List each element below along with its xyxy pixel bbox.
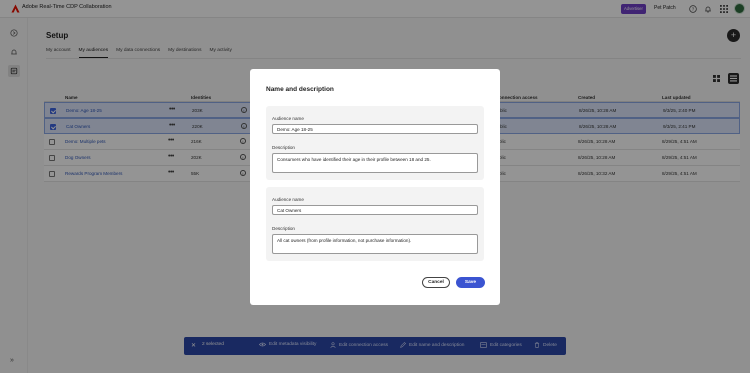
audience-name-label: Audience name	[272, 197, 304, 202]
audience-name-label: Audience name	[272, 116, 304, 121]
description-textarea[interactable]: All cat owners (from profile information…	[272, 234, 478, 254]
description-textarea[interactable]: Consumers who have identified their age …	[272, 153, 478, 173]
description-label: Description	[272, 145, 295, 150]
cancel-button[interactable]: Cancel	[422, 277, 450, 288]
audience-edit-card: Audience name Cat Owners Description All…	[266, 187, 484, 261]
dialog-title: Name and description	[266, 86, 334, 93]
save-button[interactable]: Save	[456, 277, 485, 288]
audience-edit-card: Audience name Demo: Age 18-25 Descriptio…	[266, 106, 484, 180]
name-and-description-dialog: Name and description Audience name Demo:…	[250, 69, 500, 305]
description-label: Description	[272, 226, 295, 231]
audience-name-input[interactable]: Cat Owners	[272, 205, 478, 215]
audience-name-input[interactable]: Demo: Age 18-25	[272, 124, 478, 134]
